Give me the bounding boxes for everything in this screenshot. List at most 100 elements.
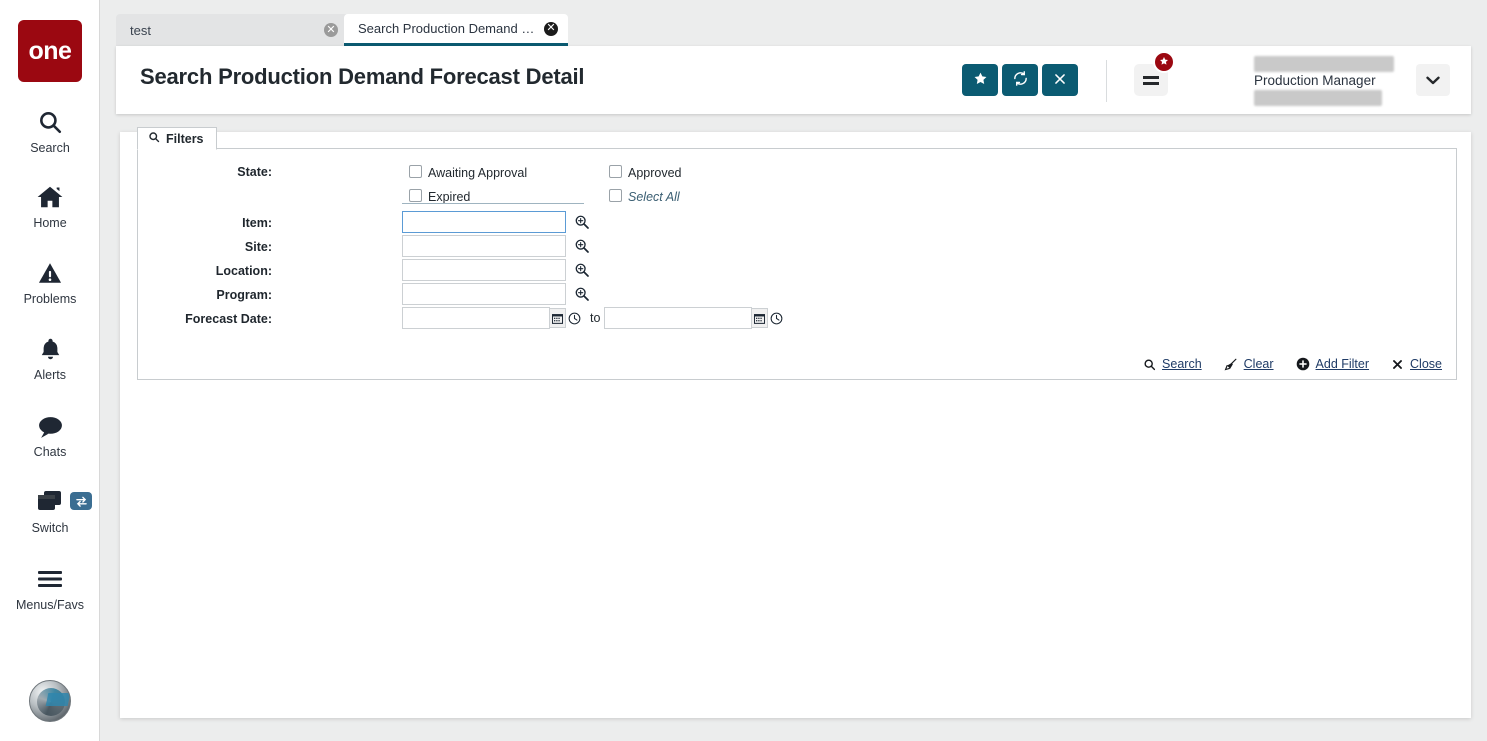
magnifier-plus-icon[interactable]	[574, 262, 590, 278]
search-link[interactable]: Search	[1143, 357, 1202, 371]
rail-item-search[interactable]: Search	[0, 105, 100, 155]
hamburger-icon	[1143, 75, 1159, 85]
header-divider	[1106, 60, 1107, 102]
tab-test[interactable]: test ✕	[116, 14, 348, 46]
filter-row-state-2: Expired Select All	[138, 187, 1456, 205]
rail-label-search: Search	[30, 141, 70, 155]
hamburger-icon	[36, 562, 64, 596]
main-content-card: Filters State: Awaiting Approval Approve…	[120, 127, 1471, 718]
rail-label-chats: Chats	[33, 445, 67, 459]
calendar-icon[interactable]	[549, 308, 566, 328]
app-logo-text: one	[28, 36, 72, 65]
checkbox-awaiting-approval[interactable]	[409, 165, 422, 178]
checkbox-expired[interactable]	[409, 189, 422, 202]
clock-icon[interactable]	[768, 308, 785, 328]
x-icon	[1391, 358, 1404, 371]
rail-item-problems[interactable]: Problems	[0, 256, 100, 306]
search-link-label: Search	[1162, 357, 1202, 371]
swap-arrows-icon[interactable]	[70, 492, 92, 510]
rail-label-home: Home	[33, 216, 67, 230]
filter-row-site: Site:	[138, 235, 1456, 259]
filter-row-program: Program:	[138, 283, 1456, 307]
checkbox-select-all[interactable]	[609, 189, 622, 202]
filters-panel: Filters State: Awaiting Approval Approve…	[137, 127, 1457, 380]
close-filter-link-label: Close	[1410, 357, 1442, 371]
magnifier-plus-icon[interactable]	[574, 238, 590, 254]
home-icon	[36, 180, 64, 214]
filter-row-location: Location:	[138, 259, 1456, 283]
tab-label: test	[130, 22, 151, 38]
filters-tab[interactable]: Filters	[137, 127, 217, 150]
search-icon	[37, 105, 63, 139]
x-icon	[1053, 72, 1067, 89]
forecast-date-label: Forecast Date:	[185, 312, 272, 326]
windows-stack-icon	[36, 485, 64, 519]
star-icon	[1159, 56, 1169, 69]
state-label: State:	[237, 165, 272, 179]
magnifier-plus-icon[interactable]	[574, 286, 590, 302]
page-title: Search Production Demand Forecast Detail	[140, 64, 585, 89]
checkbox-label-select-all[interactable]: Select All	[628, 190, 680, 204]
chevron-down-icon	[1426, 73, 1440, 88]
program-input[interactable]	[402, 283, 566, 305]
rail-label-menus-favs: Menus/Favs	[15, 598, 85, 612]
user-menu-button[interactable]	[1416, 64, 1450, 96]
filter-row-item: Item:	[138, 211, 1456, 235]
rail-label-switch: Switch	[31, 521, 69, 535]
reload-button[interactable]	[1002, 64, 1038, 96]
rail-item-switch[interactable]: Switch	[0, 485, 100, 535]
filters-tab-label: Filters	[166, 131, 204, 146]
search-icon	[148, 131, 160, 146]
menu-favorite-badge	[1153, 51, 1175, 73]
favorite-button[interactable]	[962, 64, 998, 96]
calendar-icon[interactable]	[751, 308, 768, 328]
magnifier-plus-icon[interactable]	[574, 214, 590, 230]
checkbox-label-expired[interactable]: Expired	[428, 190, 470, 204]
site-label: Site:	[244, 240, 272, 254]
close-filter-link[interactable]: Close	[1391, 357, 1442, 371]
close-page-button[interactable]	[1042, 64, 1078, 96]
checkbox-approved[interactable]	[609, 165, 622, 178]
close-circle-icon[interactable]: ✕	[544, 21, 558, 36]
clock-icon[interactable]	[566, 308, 583, 328]
plus-circle-icon	[1296, 357, 1310, 371]
date-range-separator: to	[590, 311, 601, 325]
rail-item-home[interactable]: Home	[0, 180, 100, 230]
site-input[interactable]	[402, 235, 566, 257]
close-circle-icon[interactable]: ✕	[324, 23, 338, 37]
filters-form: State: Awaiting Approval Approved Expire…	[138, 163, 1456, 331]
page-header: Search Production Demand Forecast Detail	[116, 46, 1471, 114]
rail-item-alerts[interactable]: Alerts	[0, 332, 100, 382]
redacted-user-name	[1254, 56, 1394, 72]
forecast-date-from-input[interactable]	[402, 307, 550, 329]
warning-triangle-icon	[37, 256, 63, 290]
item-input[interactable]	[402, 211, 566, 233]
user-role-label: Production Manager	[1254, 73, 1376, 88]
location-label: Location:	[215, 264, 272, 278]
forecast-date-to-input[interactable]	[604, 307, 752, 329]
filter-row-state: State: Awaiting Approval Approved	[138, 163, 1456, 181]
globe-avatar-icon[interactable]	[29, 680, 71, 722]
user-identity-block[interactable]: Production Manager	[1254, 56, 1394, 106]
bell-icon	[38, 332, 63, 366]
location-input[interactable]	[402, 259, 566, 281]
star-icon	[973, 71, 988, 89]
app-logo[interactable]: one	[18, 20, 82, 82]
rail-label-problems: Problems	[23, 292, 77, 306]
tab-search-production-demand-forecast[interactable]: Search Production Demand Fore... ✕	[344, 14, 568, 46]
tab-label: Search Production Demand Fore...	[358, 21, 536, 36]
rail-item-menus-favs[interactable]: Menus/Favs	[0, 562, 100, 612]
rail-item-chats[interactable]: Chats	[0, 409, 100, 459]
checkbox-label-awaiting-approval[interactable]: Awaiting Approval	[428, 166, 527, 180]
filter-actions: Search Clear Add Filter Close	[1143, 357, 1442, 371]
add-filter-link[interactable]: Add Filter	[1296, 357, 1369, 371]
clear-link[interactable]: Clear	[1224, 357, 1274, 371]
search-icon	[1143, 358, 1156, 371]
refresh-icon	[1012, 70, 1029, 90]
clear-link-label: Clear	[1243, 357, 1274, 371]
checkbox-label-approved[interactable]: Approved	[628, 166, 682, 180]
state-underline	[402, 203, 584, 204]
filter-row-forecast-date: Forecast Date: to	[138, 307, 1456, 331]
chat-bubble-icon	[37, 409, 64, 443]
left-nav-rail: one Search Home Problems Alerts Chats Sw…	[0, 0, 100, 741]
